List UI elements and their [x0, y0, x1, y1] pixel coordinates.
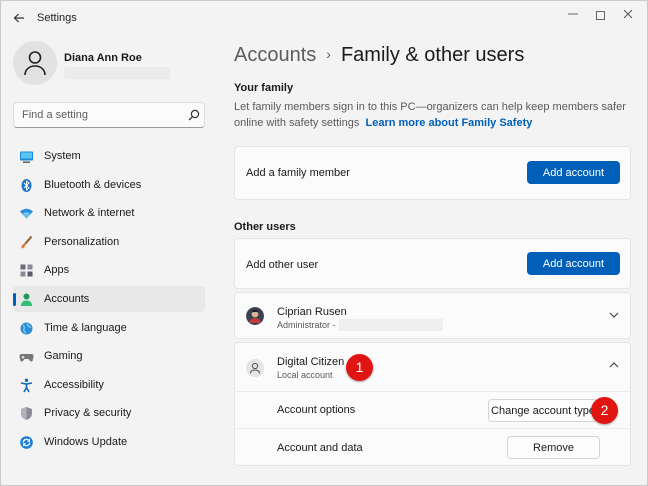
globe-icon	[20, 322, 33, 335]
family-description: Let family members sign in to this PC—or…	[234, 100, 634, 131]
gamepad-icon	[19, 354, 34, 362]
section-title-your-family: Your family	[234, 82, 294, 94]
sidebar-item-accessibility[interactable]: Accessibility	[13, 372, 205, 398]
sidebar-item-accounts[interactable]: Accounts	[13, 285, 205, 312]
breadcrumb: Accounts › Family & other users	[234, 44, 524, 67]
search-input[interactable]	[14, 103, 184, 127]
add-family-label: Add a family member	[246, 167, 350, 179]
section-title-other-users: Other users	[234, 221, 296, 233]
maximize-icon	[595, 11, 605, 21]
add-family-account-button[interactable]: Add account	[527, 161, 620, 184]
sidebar-item-time-language[interactable]: Time & language	[13, 315, 205, 341]
annotation-badge-1: 1	[346, 354, 373, 381]
minimize-button[interactable]	[559, 5, 587, 25]
account-options-label: Account options	[277, 404, 356, 416]
annotation-badge-2: 2	[591, 397, 618, 424]
profile-name: Diana Ann Roe	[64, 52, 142, 64]
chevron-down-icon[interactable]	[608, 309, 620, 321]
account-and-data-label: Account and data	[277, 442, 363, 454]
learn-more-link[interactable]: Learn more about Family Safety	[365, 117, 532, 129]
back-arrow-icon	[13, 13, 24, 23]
add-other-user-label: Add other user	[246, 259, 319, 271]
chevron-up-icon[interactable]	[608, 359, 620, 371]
remove-button[interactable]: Remove	[507, 436, 600, 459]
sidebar-item-gaming[interactable]: Gaming	[13, 343, 205, 369]
user-card-ciprian[interactable]: Ciprian Rusen Administrator -	[234, 292, 631, 339]
app-title: Settings	[37, 12, 77, 24]
update-icon	[20, 436, 33, 449]
search-box	[13, 102, 205, 128]
sidebar-item-apps[interactable]: Apps	[13, 257, 205, 283]
sidebar-item-label: Gaming	[44, 350, 83, 363]
system-icon	[20, 151, 33, 163]
sidebar-item-label: System	[44, 150, 81, 162]
add-other-user-card: Add other user Add account	[234, 238, 631, 289]
sidebar-item-privacy-security[interactable]: Privacy & security	[13, 400, 205, 426]
user-name: Digital Citizen	[277, 356, 345, 368]
sidebar-item-label: Accounts	[44, 292, 90, 305]
sidebar-item-label: Personalization	[44, 235, 120, 248]
settings-window: Settings Diana Ann Roe System	[0, 0, 648, 486]
add-other-user-button[interactable]: Add account	[527, 252, 620, 275]
brush-icon	[21, 235, 33, 249]
divider	[235, 428, 630, 429]
sidebar-item-label: Network & internet	[44, 207, 135, 220]
apps-icon	[20, 264, 33, 277]
sidebar-item-bluetooth[interactable]: Bluetooth & devices	[13, 172, 205, 198]
sidebar-item-system[interactable]: System	[13, 143, 205, 169]
user-card-digital-citizen: Digital Citizen Local account Account op…	[234, 342, 631, 466]
search-icon[interactable]	[187, 108, 201, 122]
user-role: Administrator -	[277, 320, 336, 330]
user-email-redacted	[339, 319, 443, 331]
person-icon	[24, 51, 46, 76]
accounts-icon	[21, 293, 32, 306]
sidebar-item-label: Privacy & security	[44, 407, 132, 420]
breadcrumb-separator: ›	[326, 46, 331, 62]
sidebar-item-windows-update[interactable]: Windows Update	[13, 429, 205, 455]
sidebar-item-network[interactable]: Network & internet	[13, 200, 205, 226]
change-account-type-button[interactable]: Change account type	[488, 399, 598, 422]
sidebar-item-label: Apps	[44, 264, 70, 277]
profile-email-redacted	[64, 67, 170, 79]
maximize-button[interactable]	[586, 5, 614, 25]
user-placeholder-avatar	[246, 359, 264, 377]
sidebar-item-label: Windows Update	[44, 435, 128, 448]
user-role: Local account	[277, 370, 333, 380]
profile-avatar[interactable]	[13, 41, 57, 85]
add-family-card: Add a family member Add account	[234, 146, 631, 200]
wifi-icon	[20, 208, 33, 219]
close-icon	[623, 9, 633, 19]
sidebar-item-label: Time & language	[44, 321, 127, 334]
page-title: Family & other users	[340, 44, 525, 66]
breadcrumb-parent[interactable]: Accounts	[234, 44, 316, 66]
title-bar: Settings	[1, 1, 647, 35]
divider	[235, 391, 630, 392]
shield-icon	[21, 407, 32, 421]
sidebar-item-label: Bluetooth & devices	[44, 178, 142, 191]
back-button[interactable]	[9, 9, 29, 29]
user-name: Ciprian Rusen	[277, 306, 347, 318]
user-photo-avatar	[246, 307, 264, 325]
close-button[interactable]	[614, 5, 642, 25]
sidebar-nav: System Bluetooth & devices Network & int…	[13, 143, 205, 458]
accessibility-icon	[20, 378, 33, 393]
sidebar-item-personalization[interactable]: Personalization	[13, 229, 205, 255]
bluetooth-icon	[21, 178, 32, 192]
sidebar-item-label: Accessibility	[44, 378, 104, 391]
minimize-icon	[568, 13, 578, 15]
